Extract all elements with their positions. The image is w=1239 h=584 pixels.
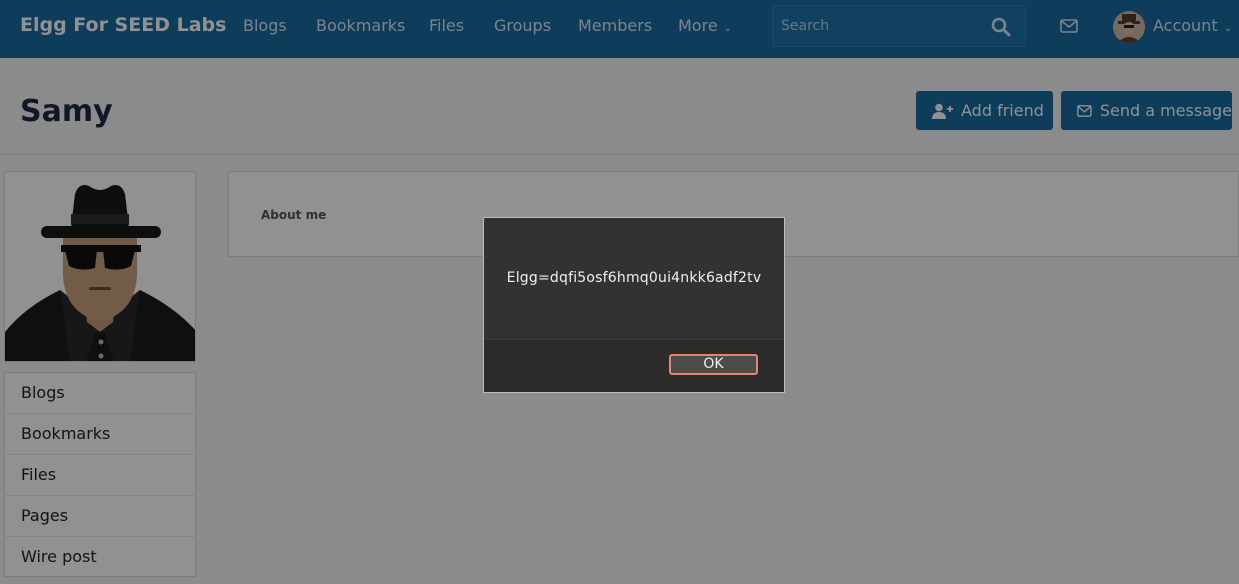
ok-button[interactable]: OK — [669, 354, 758, 375]
alert-footer: OK — [484, 339, 784, 392]
alert-message: Elgg=dqfi5osf6hmq0ui4nkk6adf2tv — [506, 270, 762, 286]
alert-dialog: Elgg=dqfi5osf6hmq0ui4nkk6adf2tv OK — [483, 217, 785, 393]
